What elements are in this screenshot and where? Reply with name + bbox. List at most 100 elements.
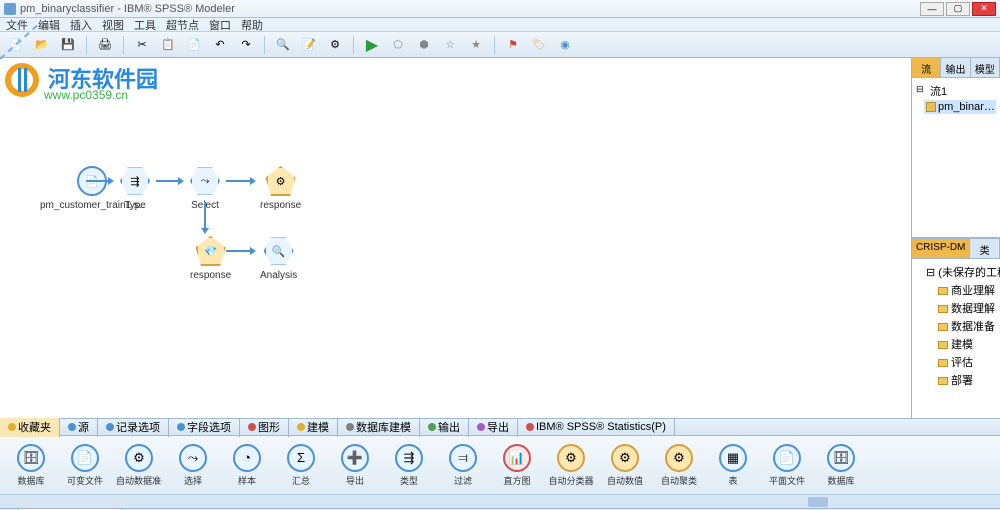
- ptab-modeling[interactable]: 建模: [289, 417, 338, 437]
- menu-help[interactable]: 帮助: [241, 17, 263, 33]
- node-label: response: [260, 200, 301, 211]
- pnode-autonum[interactable]: ⚙自动数值: [602, 444, 648, 487]
- menubar: 文件 编辑 插入 视图 工具 超节点 窗口 帮助: [0, 18, 1000, 32]
- pentagon-icon[interactable]: ⬠: [388, 35, 408, 55]
- crispdm-tree[interactable]: ⊟ (未保存的工程) 商业理解 数据理解 数据准备 建模 评估 部署: [912, 259, 1000, 418]
- tab-classes[interactable]: 类: [970, 239, 1000, 258]
- watermark: 河东软件园 www.pc0359.cn: [4, 62, 52, 101]
- connector: [156, 180, 182, 182]
- pnode-derive[interactable]: ➕导出: [332, 444, 378, 487]
- tab-streams[interactable]: 流: [912, 58, 941, 77]
- pnode-filter[interactable]: ⫤过滤: [440, 444, 486, 487]
- pnode-autocluster[interactable]: ⚙自动聚类: [656, 444, 702, 487]
- print-icon[interactable]: 🖨: [95, 35, 115, 55]
- ptab-favorites[interactable]: 收藏夹: [0, 417, 60, 437]
- ptab-spss[interactable]: IBM® SPSS® Statistics(P): [518, 419, 675, 435]
- close-button[interactable]: ✕: [972, 2, 996, 16]
- undo-icon[interactable]: ↶: [210, 35, 230, 55]
- type-icon: ⇶: [120, 166, 150, 196]
- run-icon[interactable]: ▶: [362, 35, 382, 55]
- open-icon[interactable]: 📂: [32, 35, 52, 55]
- node-palette[interactable]: 🗄数据库 📄可变文件 ⚙自动数据准备 ⤳选择 ◔样本 Σ汇总 ➕导出 ⇶类型 ⫤…: [0, 436, 1000, 494]
- pnode-database[interactable]: 🗄数据库: [8, 444, 54, 487]
- node-response-model[interactable]: ⚙ response: [260, 166, 301, 211]
- pnode-sample[interactable]: ◔样本: [224, 444, 270, 487]
- node-response-nugget[interactable]: 💎 response: [190, 236, 231, 281]
- toolbar: 📄 📂 💾 🖨 ✂ 📋 📄 ↶ ↷ 🔍 📝 ⚙ ▶ ⬠ ⬢ ☆ ★ ⚑ 🏷 ◉: [0, 32, 1000, 58]
- connector: [86, 180, 112, 182]
- tree-deploy[interactable]: 部署: [916, 371, 996, 389]
- copy-icon[interactable]: 📋: [158, 35, 178, 55]
- streams-list[interactable]: 流1 pm_binaryclassifier: [912, 78, 1000, 237]
- tree-modeling[interactable]: 建模: [916, 335, 996, 353]
- ptab-dbmodeling[interactable]: 数据库建模: [338, 417, 420, 437]
- select-icon: ⤳: [190, 166, 220, 196]
- edit-icon[interactable]: 📝: [299, 35, 319, 55]
- window-title: pm_binaryclassifier - IBM® SPSS® Modeler: [20, 3, 920, 15]
- ptab-field[interactable]: 字段选项: [169, 417, 240, 437]
- star-outline-icon[interactable]: ☆: [440, 35, 460, 55]
- find-icon[interactable]: 🔍: [273, 35, 293, 55]
- ptab-record[interactable]: 记录选项: [98, 417, 169, 437]
- connector: [226, 180, 254, 182]
- star-icon[interactable]: ★: [466, 35, 486, 55]
- pnode-database2[interactable]: 🗄数据库: [818, 444, 864, 487]
- ptab-graphs[interactable]: 图形: [240, 417, 289, 437]
- palette-scrollbar[interactable]: [0, 494, 1000, 508]
- stream-canvas[interactable]: 河东软件园 www.pc0359.cn 📄 pm_customer_train1…: [0, 58, 912, 418]
- ptab-export[interactable]: 导出: [469, 417, 518, 437]
- menu-supernode[interactable]: 超节点: [166, 17, 199, 33]
- menu-insert[interactable]: 插入: [70, 17, 92, 33]
- properties-icon[interactable]: ⚙: [325, 35, 345, 55]
- menu-file[interactable]: 文件: [6, 17, 28, 33]
- tab-outputs[interactable]: 输出: [941, 58, 970, 77]
- note-icon[interactable]: 🏷: [529, 35, 549, 55]
- menu-view[interactable]: 视图: [102, 17, 124, 33]
- maximize-button[interactable]: ▢: [946, 2, 970, 16]
- tree-business[interactable]: 商业理解: [916, 281, 996, 299]
- node-label: Type: [120, 200, 150, 211]
- pnode-autoprep[interactable]: ⚙自动数据准备: [116, 444, 162, 487]
- pnode-autoclass[interactable]: ⚙自动分类器: [548, 444, 594, 487]
- pnode-aggregate[interactable]: Σ汇总: [278, 444, 324, 487]
- menu-window[interactable]: 窗口: [209, 17, 231, 33]
- pnode-type[interactable]: ⇶类型: [386, 444, 432, 487]
- flag-icon[interactable]: ⚑: [503, 35, 523, 55]
- paste-icon[interactable]: 📄: [184, 35, 204, 55]
- node-type[interactable]: ⇶ Type: [120, 166, 150, 211]
- connector: [204, 202, 206, 232]
- tree-data-understand[interactable]: 数据理解: [916, 299, 996, 317]
- tab-crispdm[interactable]: CRISP-DM: [912, 239, 970, 258]
- pnode-select[interactable]: ⤳选择: [170, 444, 216, 487]
- stream-root[interactable]: 流1: [916, 82, 996, 100]
- menu-edit[interactable]: 编辑: [38, 17, 60, 33]
- stream-item[interactable]: pm_binaryclassifier: [924, 100, 996, 114]
- window-controls: — ▢ ✕: [920, 2, 996, 16]
- pnode-table[interactable]: ▦表: [710, 444, 756, 487]
- pnode-histogram[interactable]: 📊直方图: [494, 444, 540, 487]
- ptab-sources[interactable]: 源: [60, 417, 98, 437]
- pnode-varfile[interactable]: 📄可变文件: [62, 444, 108, 487]
- minimize-button[interactable]: —: [920, 2, 944, 16]
- right-pane: 流 输出 模型 流1 pm_binaryclassifier CRISP-DM …: [912, 58, 1000, 418]
- tree-eval[interactable]: 评估: [916, 353, 996, 371]
- nugget-icon: 💎: [196, 236, 226, 266]
- globe-icon[interactable]: ◉: [555, 35, 575, 55]
- project-tabs: CRISP-DM 类: [912, 239, 1000, 259]
- node-label: Analysis: [260, 270, 297, 281]
- app-icon: [4, 3, 16, 15]
- save-icon[interactable]: 💾: [58, 35, 78, 55]
- manager-tabs: 流 输出 模型: [912, 58, 1000, 78]
- pnode-flatfile[interactable]: 📄平面文件: [764, 444, 810, 487]
- stop-icon[interactable]: ⬢: [414, 35, 434, 55]
- cut-icon[interactable]: ✂: [132, 35, 152, 55]
- node-analysis[interactable]: 🔍 Analysis: [260, 236, 297, 281]
- tree-root[interactable]: ⊟ (未保存的工程): [916, 263, 996, 281]
- ptab-output[interactable]: 输出: [420, 417, 469, 437]
- menu-tools[interactable]: 工具: [134, 17, 156, 33]
- palette-tabs: 收藏夹 源 记录选项 字段选项 图形 建模 数据库建模 输出 导出 IBM® S…: [0, 418, 1000, 436]
- tab-models[interactable]: 模型: [971, 58, 1000, 77]
- tree-data-prep[interactable]: 数据准备: [916, 317, 996, 335]
- analysis-icon: 🔍: [264, 236, 294, 266]
- redo-icon[interactable]: ↷: [236, 35, 256, 55]
